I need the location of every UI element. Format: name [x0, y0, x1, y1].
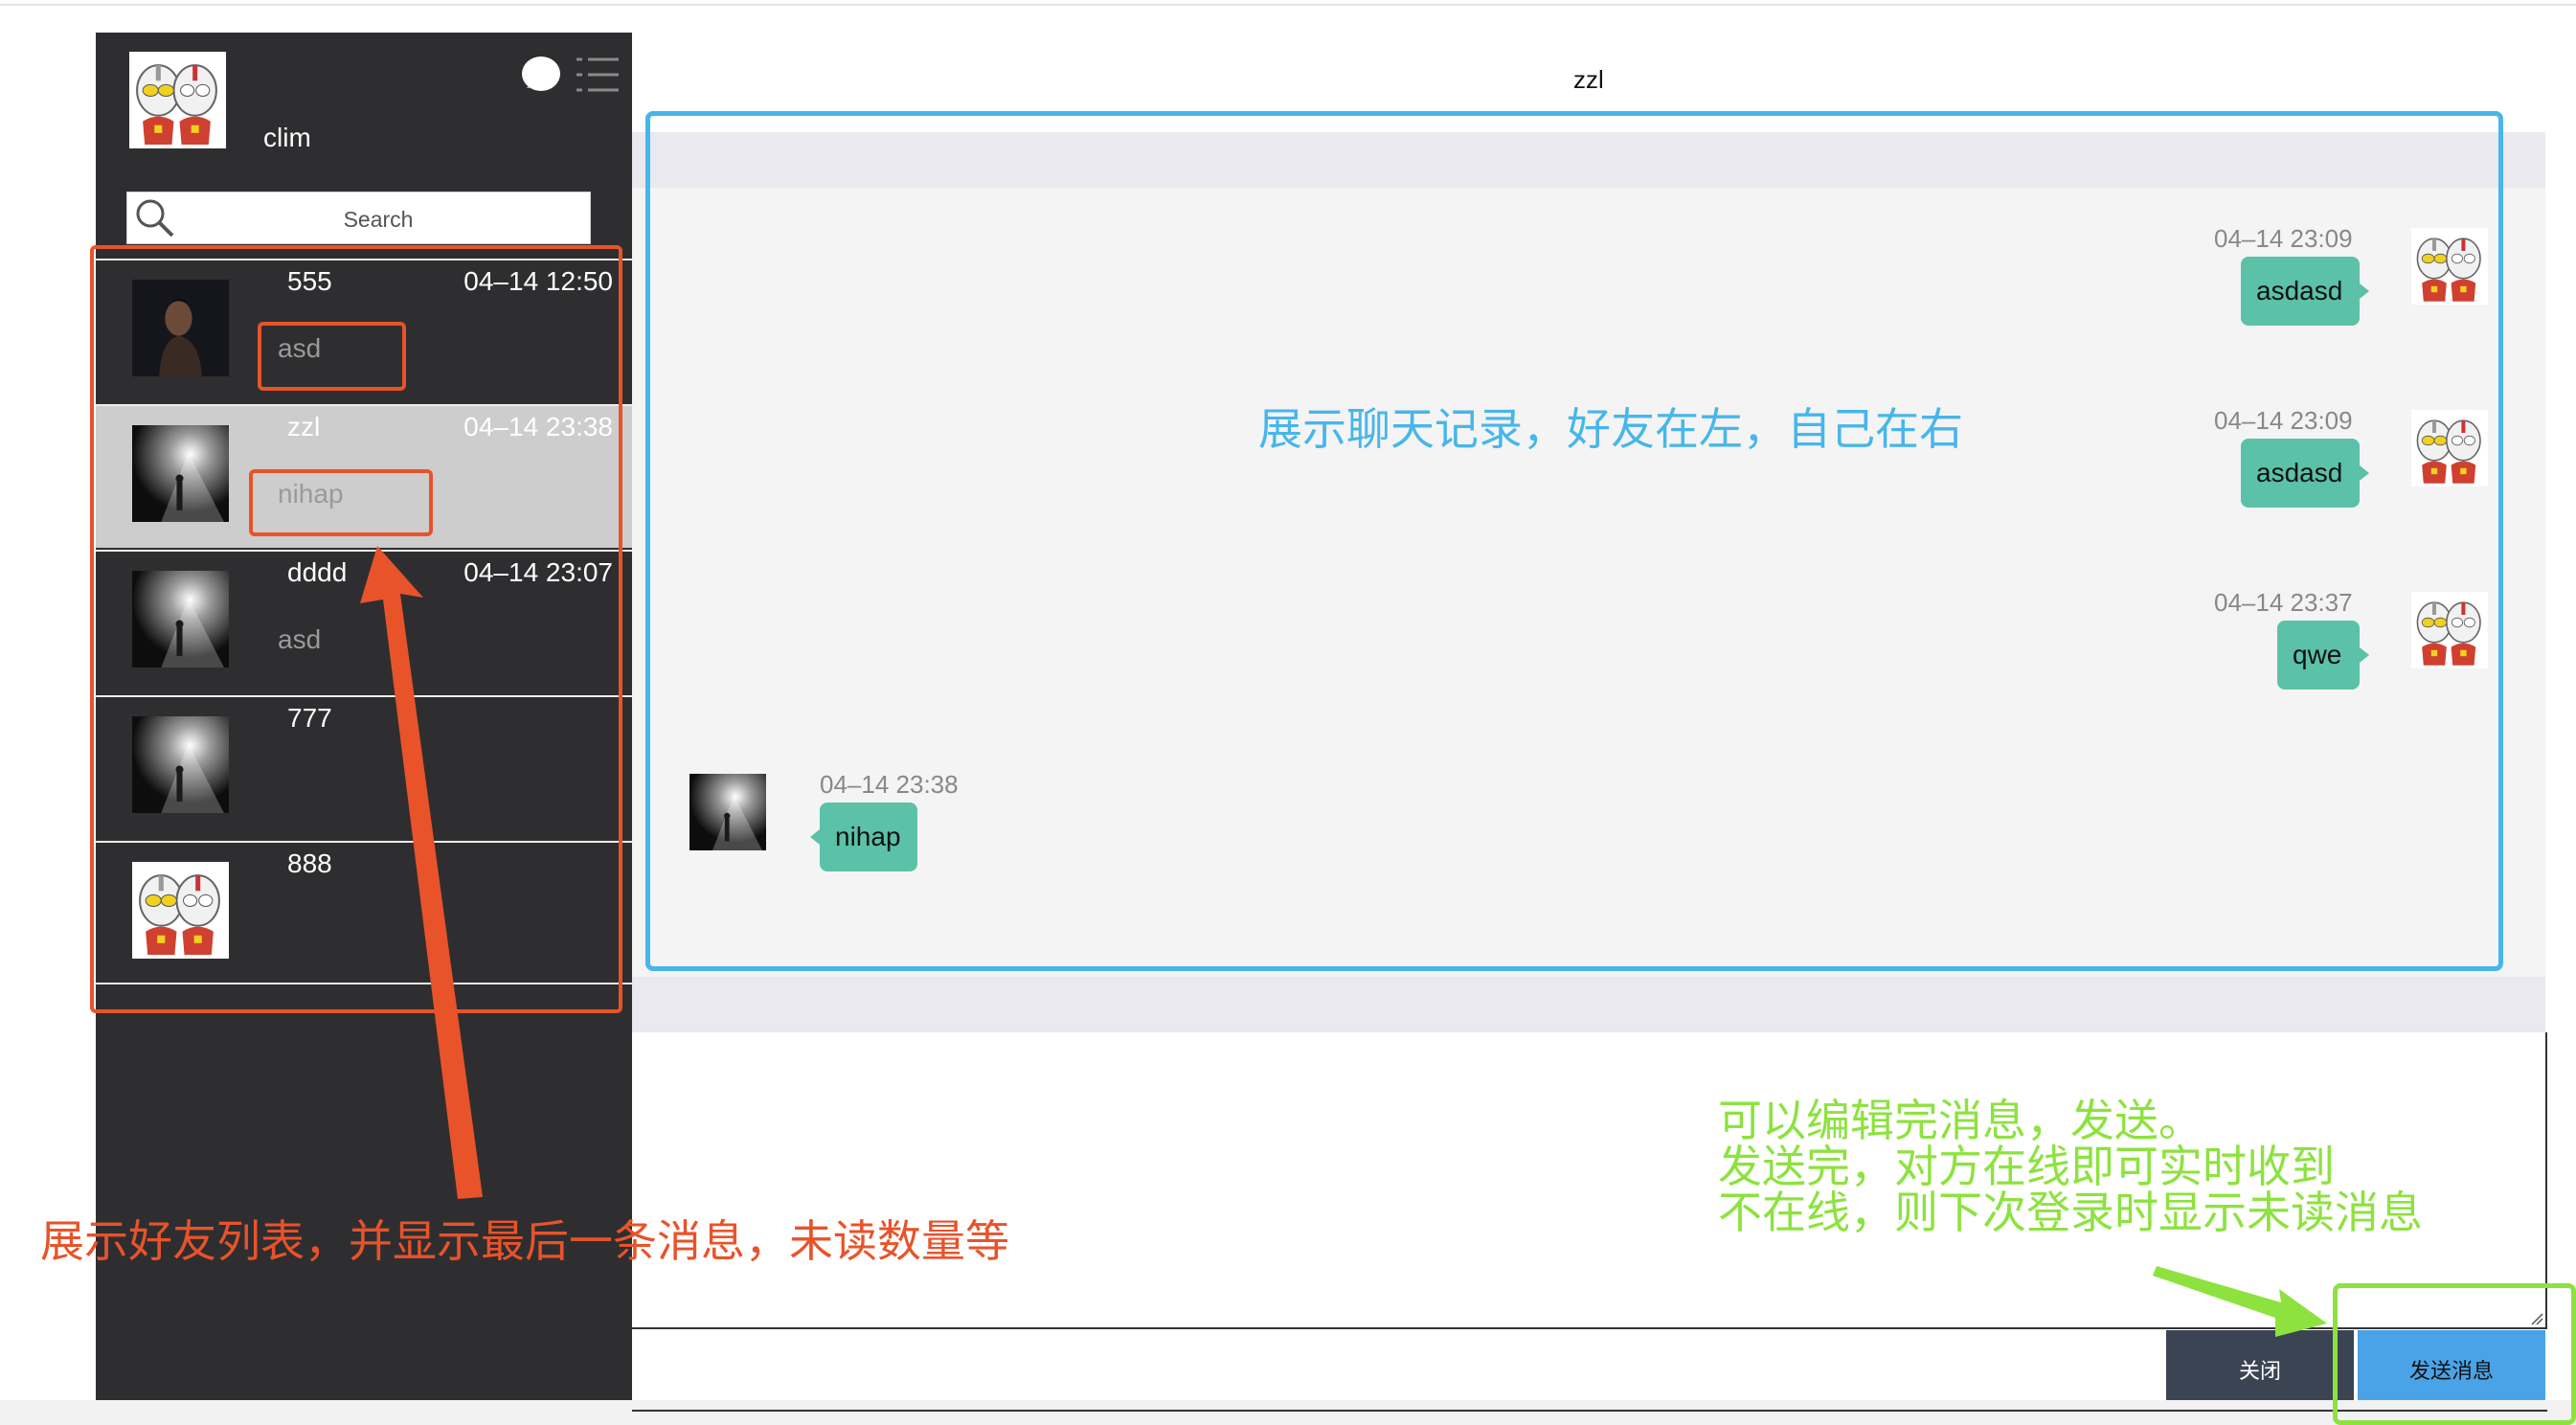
message-avatar	[2411, 592, 2488, 668]
chat-history[interactable]: 04–14 23:09 asdasd 04–14 23:09 asdasd 04…	[632, 132, 2545, 1032]
send-annotation-line: 不在线，则下次登录时显示未读消息	[1718, 1187, 2423, 1238]
friend-name: dddd	[287, 557, 348, 587]
message-avatar	[2411, 410, 2488, 486]
friend-name: 777	[287, 703, 332, 733]
message-bubble: asdasd	[2241, 439, 2369, 508]
my-avatar[interactable]	[129, 52, 226, 148]
message-bubble: asdasd	[2241, 257, 2369, 326]
friend-name: 888	[287, 848, 332, 878]
input-border	[2545, 1032, 2547, 1329]
friend-last-message: asd	[278, 333, 322, 363]
send-annotation: 可以编辑完消息，发送。 发送完，对方在线即可实时收到 不在线，则下次登录时显示未…	[1718, 1097, 2423, 1235]
friend-last-message: nihap	[278, 479, 344, 509]
friend-item[interactable]: 777	[96, 695, 632, 839]
friend-avatar	[132, 716, 229, 813]
search-icon	[136, 199, 174, 238]
friend-avatar	[132, 280, 229, 376]
message-avatar	[2411, 228, 2488, 305]
resize-grip-icon[interactable]	[2530, 1312, 2543, 1325]
friend-avatar	[132, 425, 229, 522]
friend-last-time: 04–14 12:50	[463, 266, 613, 296]
message-avatar	[689, 774, 766, 850]
friend-item[interactable]: zzl 04–14 23:38 nihap	[96, 404, 632, 548]
my-username: clim	[263, 123, 311, 152]
send-button[interactable]: 发送消息	[2358, 1330, 2545, 1409]
message-bubble: nihap	[810, 803, 917, 871]
search-box	[126, 192, 591, 244]
close-button[interactable]: 关闭	[2166, 1330, 2354, 1409]
message-time: 04–14 23:37	[2214, 588, 2353, 617]
list-menu-icon[interactable]	[575, 54, 621, 100]
chat-bubble-icon[interactable]	[519, 54, 563, 98]
list-end-divider	[96, 983, 632, 984]
friend-avatar	[132, 862, 229, 959]
friend-last-message: asd	[278, 624, 322, 654]
friend-item[interactable]: 888	[96, 841, 632, 984]
friend-item[interactable]: dddd 04–14 23:07 asd	[96, 550, 632, 693]
friend-last-time: 04–14 23:38	[463, 412, 613, 441]
bottom-strip	[0, 1400, 2576, 1425]
footer-line	[632, 1410, 2547, 1412]
chat-band-top	[632, 132, 2545, 188]
chat-band-bottom	[632, 977, 2545, 1032]
message-time: 04–14 23:38	[820, 770, 959, 799]
message-bubble: qwe	[2277, 621, 2369, 690]
friend-last-time: 04–14 23:07	[463, 557, 613, 587]
friend-name: zzl	[287, 412, 321, 441]
friend-name: 555	[287, 266, 332, 296]
friend-item[interactable]: 555 04–14 12:50 asd	[96, 259, 632, 402]
friend-list-annotation: 展示好友列表，并显示最后一条消息，未读数量等	[40, 1215, 1009, 1267]
friend-avatar	[132, 571, 229, 667]
message-time: 04–14 23:09	[2214, 406, 2353, 435]
send-annotation-line: 发送完，对方在线即可实时收到	[1718, 1141, 2335, 1192]
chat-history-annotation: 展示聊天记录，好友在左，自己在右	[1258, 403, 1963, 455]
send-annotation-line: 可以编辑完消息，发送。	[1718, 1095, 2203, 1146]
top-divider	[0, 4, 2576, 6]
search-input[interactable]	[185, 200, 572, 238]
chat-title: zzl	[1573, 65, 1604, 94]
message-time: 04–14 23:09	[2214, 224, 2353, 253]
